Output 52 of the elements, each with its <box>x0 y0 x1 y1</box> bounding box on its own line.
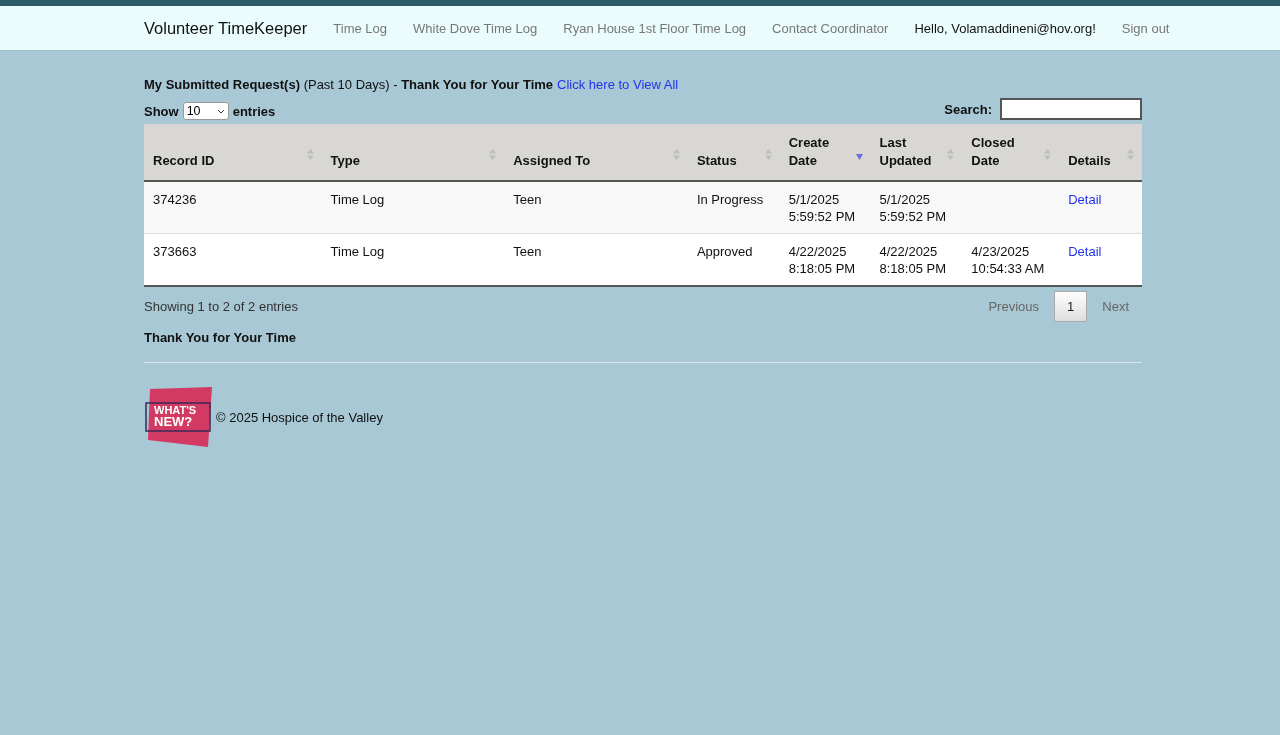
table-cell: 4/22/2025 8:18:05 PM <box>788 244 856 276</box>
sort-icon[interactable] <box>672 149 680 160</box>
sort-icon[interactable] <box>306 149 314 160</box>
column-header[interactable]: Details <box>1059 124 1142 181</box>
column-header[interactable]: Type <box>321 124 505 181</box>
sign-out-link[interactable]: Sign out <box>1108 20 1183 36</box>
column-header[interactable]: Status <box>687 124 780 181</box>
column-header[interactable]: Create Date <box>779 124 871 181</box>
sort-icon[interactable] <box>1127 149 1134 160</box>
detail-link[interactable]: Detail <box>1068 244 1102 259</box>
brand-link[interactable]: Volunteer TimeKeeper <box>144 18 308 38</box>
nav-link[interactable]: Ryan House 1st Floor Time Log <box>550 20 760 36</box>
table-cell: Approved <box>696 244 753 259</box>
thanks-text: Thank You for Your Time <box>144 330 297 345</box>
logo-text: WHAT'S <box>154 404 197 416</box>
table-cell: 5/1/2025 5:59:52 PM <box>788 192 856 224</box>
table-cell: 374236 <box>153 192 197 207</box>
greeting: Hello, Volamaddineni@hov.org! <box>913 20 1097 36</box>
show-label: Show <box>144 103 179 119</box>
entries-select[interactable]: 10 <box>182 102 229 120</box>
nav-link[interactable]: Time Log <box>320 20 400 36</box>
table-info: Showing 1 to 2 of 2 entries <box>144 299 298 314</box>
table-cell: 4/22/2025 8:18:05 PM <box>879 244 946 276</box>
logo-text: NEW? <box>154 416 194 428</box>
table-cell: 4/23/2025 10:54:33 AM <box>971 244 1045 276</box>
chevron-icon <box>216 108 225 114</box>
column-header[interactable]: Record ID <box>144 124 322 181</box>
sort-icon[interactable] <box>947 149 955 160</box>
sort-desc-icon[interactable] <box>855 154 863 160</box>
sort-icon[interactable] <box>1044 149 1052 160</box>
nav-link[interactable]: White Dove Time Log <box>400 20 551 36</box>
entries-label: entries <box>232 103 276 119</box>
sort-icon[interactable] <box>764 149 772 160</box>
detail-link[interactable]: Detail <box>1068 192 1102 207</box>
page-heading: My Submitted Request(s) (Past 10 Days) - Thank You for Your Time <box>144 77 554 92</box>
nav-link[interactable]: Contact Coordinator <box>759 20 902 36</box>
table-cell: 5/1/2025 5:59:52 PM <box>879 192 946 224</box>
column-header[interactable]: Closed Date <box>962 124 1060 181</box>
table-cell: Teen <box>513 244 542 259</box>
column-header[interactable]: Assigned To <box>504 124 688 181</box>
table-cell: Time Log <box>330 244 385 259</box>
view-all-link[interactable]: Click here to View All <box>557 77 679 92</box>
column-header[interactable]: Last Updated <box>870 124 963 181</box>
table-cell: In Progress <box>696 192 764 207</box>
table-cell: Time Log <box>330 192 385 207</box>
copyright-text: © 2025 Hospice of the Valley <box>216 409 383 425</box>
search-field[interactable] <box>1000 98 1142 120</box>
sort-icon[interactable] <box>489 149 497 160</box>
table-cell: Teen <box>513 192 542 207</box>
table-cell: 373663 <box>153 244 197 259</box>
search-label: Search: <box>944 101 992 117</box>
pagination-button[interactable]: 1 <box>1054 291 1088 322</box>
